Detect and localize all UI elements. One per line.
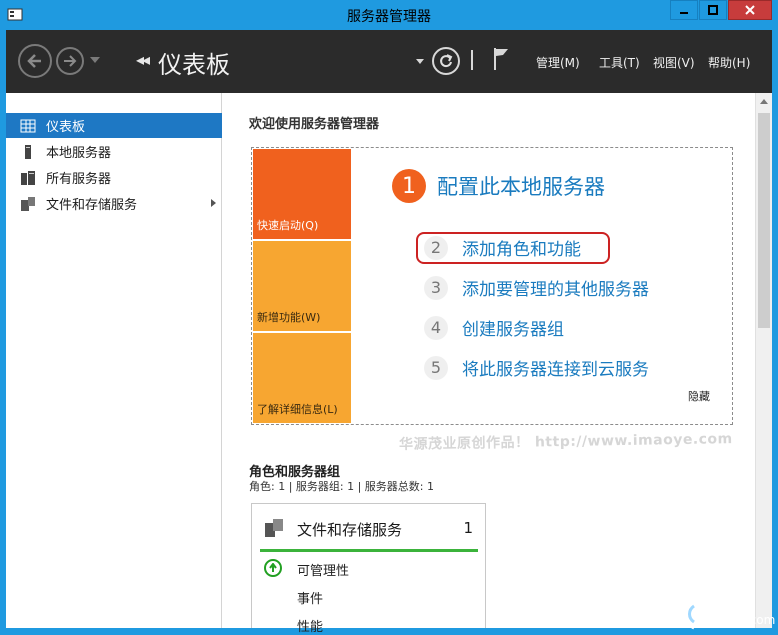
step-label: 创建服务器组 xyxy=(462,320,564,340)
quick-start-panel: 快速启动(Q) 新增功能(W) 了解详细信息(L) 1 配置此本地服务器 2 添… xyxy=(251,147,733,425)
status-bar xyxy=(260,549,478,552)
menu-help[interactable]: 帮助(H) xyxy=(708,54,750,71)
file-storage-icon xyxy=(264,518,284,538)
history-dropdown-icon[interactable] xyxy=(90,57,100,63)
flag-icon xyxy=(494,48,508,70)
tile-whats-new[interactable]: 新增功能(W) xyxy=(253,241,351,331)
minimize-icon xyxy=(680,12,688,14)
server-manager-window: 服务器管理器 ◂◂ 仪表板 管理(M) 工具(T) 视图(V) 帮助(H) 仪表… xyxy=(0,0,778,635)
back-button[interactable] xyxy=(18,44,52,78)
sidebar-item-all-servers[interactable]: 所有服务器 xyxy=(6,165,222,190)
minimize-button[interactable] xyxy=(670,0,698,20)
step-number: 3 xyxy=(424,275,448,300)
scroll-up-icon[interactable] xyxy=(760,99,768,104)
role-card-file-storage[interactable]: 文件和存储服务 1 可管理性 事件 性能 xyxy=(251,503,486,635)
tile-learn-more[interactable]: 了解详细信息(L) xyxy=(253,333,351,423)
sidebar-item-label: 文件和存储服务 xyxy=(46,198,138,213)
servers-icon xyxy=(20,170,36,186)
refresh-icon xyxy=(440,54,453,68)
menu-manage[interactable]: 管理(M) xyxy=(536,54,580,71)
header-bar: ◂◂ 仪表板 管理(M) 工具(T) 视图(V) 帮助(H) xyxy=(6,30,772,93)
annotation-highlight xyxy=(416,232,610,264)
sidebar: 仪表板 本地服务器 所有服务器 文件和存储服务 xyxy=(6,93,222,628)
breadcrumb-dropdown-icon[interactable] xyxy=(416,59,424,64)
status-ok-icon xyxy=(264,559,282,577)
step-create-server-group[interactable]: 4 创建服务器组 xyxy=(424,315,564,340)
scroll-thumb[interactable] xyxy=(758,113,770,328)
sidebar-item-label: 本地服务器 xyxy=(46,146,112,161)
server-icon xyxy=(20,144,36,160)
logo-text: 运维网 xyxy=(714,598,754,613)
arrow-left-icon xyxy=(27,54,41,68)
role-card-row-performance[interactable]: 性能 xyxy=(297,616,323,635)
step-configure-local-server[interactable]: 1 配置此本地服务器 xyxy=(392,169,605,203)
step-label: 添加要管理的其他服务器 xyxy=(462,280,649,300)
page-title: 仪表板 xyxy=(158,51,230,79)
logo-domain: iyunv.com xyxy=(714,613,776,627)
content-area: 仪表板 本地服务器 所有服务器 文件和存储服务 欢迎使用服务器管理器 快速启动(… xyxy=(6,93,772,635)
welcome-heading: 欢迎使用服务器管理器 xyxy=(249,117,380,132)
menu-view[interactable]: 视图(V) xyxy=(653,54,695,71)
close-icon xyxy=(745,5,755,15)
title-bar: 服务器管理器 xyxy=(0,0,778,30)
sidebar-item-dashboard[interactable]: 仪表板 xyxy=(6,113,222,138)
arrow-right-icon xyxy=(64,55,77,67)
file-storage-icon xyxy=(20,196,36,212)
logo-swirl-icon xyxy=(681,595,710,630)
role-card-count: 1 xyxy=(463,519,473,537)
forward-button[interactable] xyxy=(56,47,84,75)
hide-link[interactable]: 隐藏 xyxy=(688,388,710,404)
watermark: 华源茂业原创作品！ http://www.imaoye.com xyxy=(398,431,733,453)
step-connect-cloud[interactable]: 5 将此服务器连接到云服务 xyxy=(424,355,649,380)
close-button[interactable] xyxy=(728,0,772,20)
step-label: 配置此本地服务器 xyxy=(437,175,605,199)
sidebar-item-file-storage[interactable]: 文件和存储服务 xyxy=(6,191,222,216)
step-number: 5 xyxy=(424,355,448,380)
menu-tools[interactable]: 工具(T) xyxy=(599,54,640,71)
role-card-title: 文件和存储服务 xyxy=(297,521,403,539)
site-logo: 运维网 iyunv.com xyxy=(674,588,778,635)
step-number: 1 xyxy=(392,169,426,203)
step-add-servers[interactable]: 3 添加要管理的其他服务器 xyxy=(424,275,649,300)
dashboard-main: 欢迎使用服务器管理器 快速启动(Q) 新增功能(W) 了解详细信息(L) 1 配… xyxy=(223,93,755,635)
refresh-button[interactable] xyxy=(432,47,460,75)
dashboard-grid-icon xyxy=(20,118,36,134)
maximize-button[interactable] xyxy=(699,0,727,20)
role-card-row-manageability[interactable]: 可管理性 xyxy=(297,560,349,579)
role-card-row-events[interactable]: 事件 xyxy=(297,588,323,607)
sidebar-item-label: 所有服务器 xyxy=(46,172,112,187)
tile-quick-start[interactable]: 快速启动(Q) xyxy=(253,149,351,239)
breadcrumb-chevron-icon: ◂◂ xyxy=(136,50,150,69)
maximize-icon xyxy=(708,5,718,15)
sidebar-item-label: 仪表板 xyxy=(46,120,86,135)
sidebar-item-local-server[interactable]: 本地服务器 xyxy=(6,139,222,164)
chevron-right-icon[interactable] xyxy=(211,199,216,207)
vertical-scrollbar[interactable] xyxy=(755,93,772,628)
roles-stats: 角色: 1 | 服务器组: 1 | 服务器总数: 1 xyxy=(249,480,435,493)
header-divider xyxy=(471,50,473,70)
step-number: 4 xyxy=(424,315,448,340)
notifications-flag-button[interactable] xyxy=(491,46,511,72)
step-label: 将此服务器连接到云服务 xyxy=(462,360,649,380)
window-title: 服务器管理器 xyxy=(347,9,431,25)
